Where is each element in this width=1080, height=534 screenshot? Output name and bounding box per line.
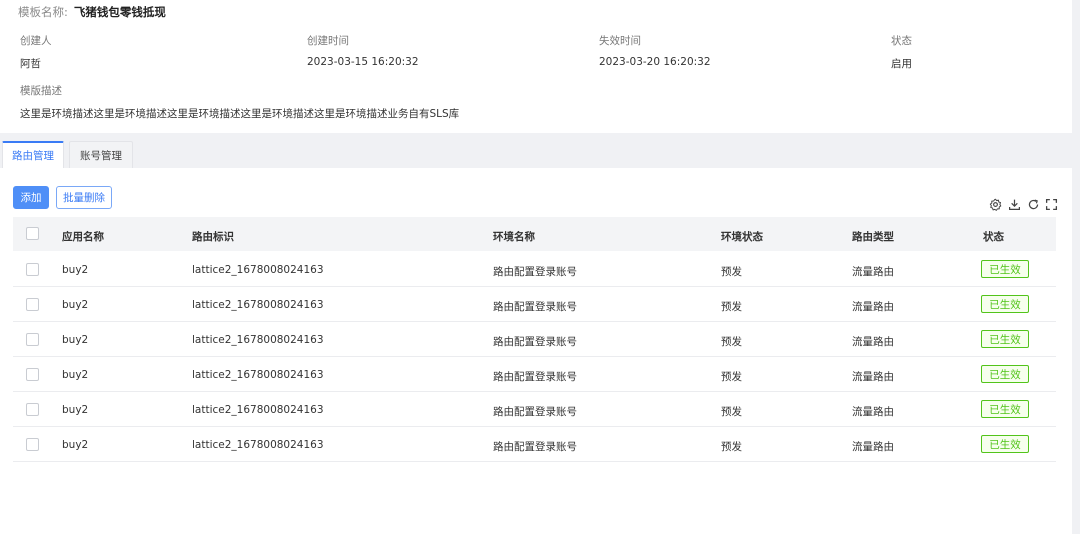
row-route-id: lattice2_1678008024163 bbox=[192, 439, 324, 451]
created-time-label: 创建时间 bbox=[307, 35, 349, 47]
add-button[interactable]: 添加 bbox=[13, 186, 49, 209]
row-app: buy2 bbox=[62, 439, 89, 451]
batch-delete-button[interactable]: 批量删除 bbox=[56, 186, 112, 209]
status-badge: 已生效 bbox=[981, 400, 1029, 418]
status-badge: 已生效 bbox=[981, 330, 1029, 348]
status-label: 状态 bbox=[891, 35, 912, 47]
row-env-status: 预发 bbox=[721, 441, 742, 453]
select-all-checkbox[interactable] bbox=[26, 227, 39, 240]
fullscreen-icon[interactable] bbox=[1045, 198, 1058, 211]
row-route-type: 流量路由 bbox=[852, 371, 894, 383]
column-header-route-type[interactable]: 路由类型 bbox=[852, 229, 894, 244]
row-env-status: 预发 bbox=[721, 266, 742, 278]
tab-account-management[interactable]: 账号管理 bbox=[69, 141, 133, 168]
row-env-name: 路由配置登录账号 bbox=[493, 441, 577, 453]
settings-icon[interactable] bbox=[989, 198, 1002, 211]
row-route-type: 流量路由 bbox=[852, 301, 894, 313]
row-env-name: 路由配置登录账号 bbox=[493, 406, 577, 418]
row-checkbox[interactable] bbox=[26, 438, 39, 451]
row-checkbox[interactable] bbox=[26, 263, 39, 276]
column-header-app[interactable]: 应用名称 bbox=[62, 229, 104, 244]
row-env-name: 路由配置登录账号 bbox=[493, 336, 577, 348]
template-name-value: 飞猪钱包零钱抵现 bbox=[73, 5, 166, 19]
status-badge: 已生效 bbox=[981, 365, 1029, 383]
row-route-id: lattice2_1678008024163 bbox=[192, 334, 324, 346]
refresh-icon[interactable] bbox=[1027, 198, 1040, 211]
row-route-type: 流量路由 bbox=[852, 336, 894, 348]
description-label: 模版描述 bbox=[20, 85, 62, 97]
row-env-name: 路由配置登录账号 bbox=[493, 301, 577, 313]
row-env-name: 路由配置登录账号 bbox=[493, 371, 577, 383]
row-route-type: 流量路由 bbox=[852, 441, 894, 453]
template-name: 模板名称: 飞猪钱包零钱抵现 bbox=[18, 4, 166, 20]
row-route-id: lattice2_1678008024163 bbox=[192, 404, 324, 416]
status-badge: 已生效 bbox=[981, 295, 1029, 313]
row-app: buy2 bbox=[62, 299, 89, 311]
status-value: 启用 bbox=[891, 58, 912, 70]
row-env-status: 预发 bbox=[721, 406, 742, 418]
creator-label: 创建人 bbox=[20, 35, 52, 47]
creator-value: 阿哲 bbox=[20, 58, 41, 70]
row-checkbox[interactable] bbox=[26, 403, 39, 416]
column-header-env-name[interactable]: 环境名称 bbox=[493, 229, 535, 244]
row-checkbox[interactable] bbox=[26, 333, 39, 346]
row-route-type: 流量路由 bbox=[852, 406, 894, 418]
tab-route-management[interactable]: 路由管理 bbox=[2, 141, 64, 168]
column-header-env-status[interactable]: 环境状态 bbox=[721, 229, 763, 244]
expire-time-value: 2023-03-20 16:20:32 bbox=[599, 56, 711, 68]
column-header-route-id[interactable]: 路由标识 bbox=[192, 229, 234, 244]
row-env-name: 路由配置登录账号 bbox=[493, 266, 577, 278]
download-icon[interactable] bbox=[1008, 198, 1021, 211]
row-app: buy2 bbox=[62, 369, 89, 381]
row-env-status: 预发 bbox=[721, 371, 742, 383]
column-header-status[interactable]: 状态 bbox=[983, 229, 1004, 244]
row-checkbox[interactable] bbox=[26, 298, 39, 311]
row-env-status: 预发 bbox=[721, 301, 742, 313]
row-checkbox[interactable] bbox=[26, 368, 39, 381]
row-env-status: 预发 bbox=[721, 336, 742, 348]
created-time-value: 2023-03-15 16:20:32 bbox=[307, 56, 419, 68]
row-app: buy2 bbox=[62, 264, 89, 276]
status-badge: 已生效 bbox=[981, 260, 1029, 278]
row-route-id: lattice2_1678008024163 bbox=[192, 369, 324, 381]
row-app: buy2 bbox=[62, 404, 89, 416]
row-route-type: 流量路由 bbox=[852, 266, 894, 278]
row-app: buy2 bbox=[62, 334, 89, 346]
expire-time-label: 失效时间 bbox=[599, 35, 641, 47]
template-name-label: 模板名称: bbox=[18, 5, 68, 19]
row-route-id: lattice2_1678008024163 bbox=[192, 264, 324, 276]
description-value: 这里是环境描述这里是环境描述这里是环境描述这里是环境描述这里是环境描述业务自有S… bbox=[20, 108, 460, 120]
row-route-id: lattice2_1678008024163 bbox=[192, 299, 324, 311]
status-badge: 已生效 bbox=[981, 435, 1029, 453]
